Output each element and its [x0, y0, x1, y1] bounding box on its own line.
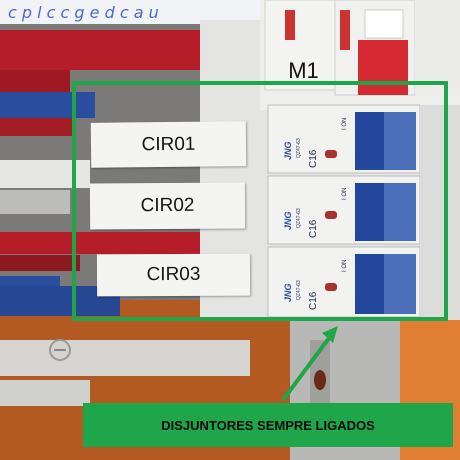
caption-banner: DISJUNTORES SEMPRE LIGADOS	[83, 403, 453, 447]
svg-text:c p l c c g e d c a u: c p l c c g e d c a u	[8, 3, 159, 22]
breakers-highlight-box	[72, 81, 448, 321]
panel-photo: c p l c c g e d c a u M1 CIR01 CIR02 CIR…	[0, 0, 460, 460]
